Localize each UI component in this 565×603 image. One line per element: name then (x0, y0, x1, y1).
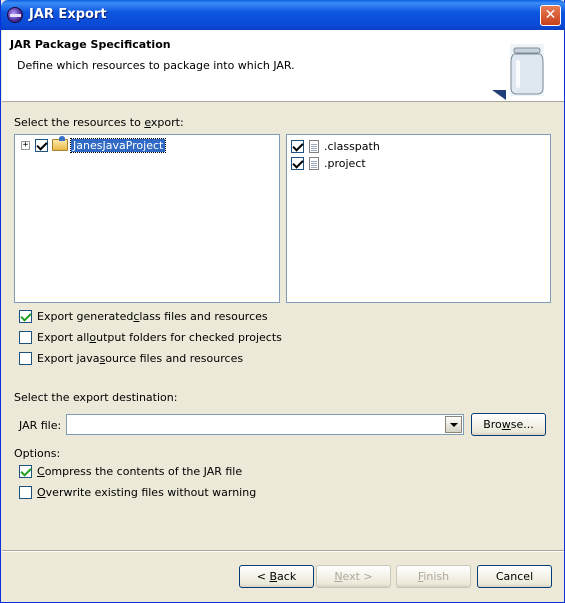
jar-file-combo[interactable] (66, 414, 464, 435)
option-label-part: Export all (37, 331, 90, 344)
next-label-part: ext > (342, 570, 373, 583)
back-button[interactable]: < Back (239, 565, 314, 588)
jar-file-label-part: AR file: (22, 419, 62, 432)
resources-label-part: xport: (150, 116, 184, 129)
close-button[interactable]: ✕ (540, 5, 561, 26)
export-output-folders-checkbox[interactable] (19, 331, 32, 344)
resources-label: Select the resources to export: (14, 116, 184, 129)
project-folder-icon (52, 136, 68, 151)
destination-label: Select the export destination: (14, 391, 178, 404)
back-label-accel: B (269, 570, 278, 583)
option-label-accel: O (37, 486, 46, 499)
next-button[interactable]: Next > (316, 565, 391, 588)
file-icon (309, 139, 319, 153)
list-item[interactable]: .project (291, 155, 366, 171)
option-label-part: Export java (37, 352, 100, 365)
browse-button[interactable]: Browse... (471, 413, 546, 436)
option-label-part: Export generated (37, 310, 134, 323)
project-label[interactable]: JanesJavaProject (69, 137, 167, 153)
overwrite-checkbox[interactable] (19, 486, 32, 499)
resources-label-accel: e (144, 116, 151, 129)
list-item[interactable]: .classpath (291, 138, 380, 154)
compress-checkbox[interactable] (19, 465, 32, 478)
file-label: .classpath (324, 139, 380, 153)
file-list[interactable]: .classpath .project (286, 134, 551, 303)
finish-button[interactable]: Finish (396, 565, 471, 588)
expand-icon[interactable]: + (21, 140, 30, 150)
file-label: .project (324, 156, 366, 170)
option-label-part: verwrite existing files without warning (45, 486, 257, 499)
finish-label-part: inish (423, 570, 450, 583)
option-label-part: ompress the contents of the JAR file (44, 465, 243, 478)
overwrite-option[interactable]: Overwrite existing files without warning (19, 486, 256, 499)
export-output-folders-option[interactable]: Export all o utput folders for checked pr… (19, 331, 282, 344)
browse-label-part: se... (510, 418, 534, 431)
option-label-part: utput folders for checked projects (96, 331, 282, 344)
banner-title: JAR Package Specification (10, 38, 171, 51)
file-icon (309, 156, 319, 170)
jar-file-input[interactable] (69, 416, 443, 433)
option-label-accel: C (37, 465, 45, 478)
window-title: JAR Export (29, 7, 107, 22)
option-label-part: ource files and resources (105, 352, 244, 365)
project-tree[interactable]: + JanesJavaProject (14, 134, 280, 303)
jar-file-label: JAR file: (19, 419, 61, 432)
browse-label-part: Bro (483, 418, 502, 431)
title-bar[interactable]: JAR Export ✕ (1, 0, 565, 30)
jar-icon (492, 44, 544, 100)
export-source-files-option[interactable]: Export java s ource files and resources (19, 352, 243, 365)
back-label-part: ack (277, 570, 297, 583)
compress-option[interactable]: Compress the contents of the JAR file (19, 465, 242, 478)
classpath-checkbox[interactable] (291, 139, 304, 153)
cancel-button[interactable]: Cancel (477, 565, 552, 588)
tree-item-project[interactable]: + JanesJavaProject (21, 136, 167, 153)
option-label-part: lass files and resources (139, 310, 268, 323)
export-class-files-checkbox[interactable] (19, 310, 32, 323)
project-file-checkbox[interactable] (291, 156, 304, 170)
chevron-down-icon[interactable] (445, 416, 462, 433)
browse-label-accel: w (501, 418, 511, 431)
wizard-banner: JAR Package Specification Define which r… (2, 30, 564, 102)
jar-export-dialog: JAR Export ✕ JAR Package Specification D… (0, 0, 565, 603)
options-label: Options: (14, 447, 61, 460)
project-checkbox[interactable] (35, 138, 48, 152)
back-label-part: < (256, 570, 270, 583)
next-label-accel: N (334, 570, 343, 583)
button-bar-separator (2, 550, 564, 552)
export-source-files-checkbox[interactable] (19, 352, 32, 365)
option-label-accel: o (89, 331, 97, 344)
eclipse-icon (7, 7, 23, 23)
resources-label-part: Select the resources to (14, 116, 145, 129)
export-class-files-option[interactable]: Export generated c lass files and resourc… (19, 310, 268, 323)
banner-description: Define which resources to package into w… (17, 59, 295, 72)
